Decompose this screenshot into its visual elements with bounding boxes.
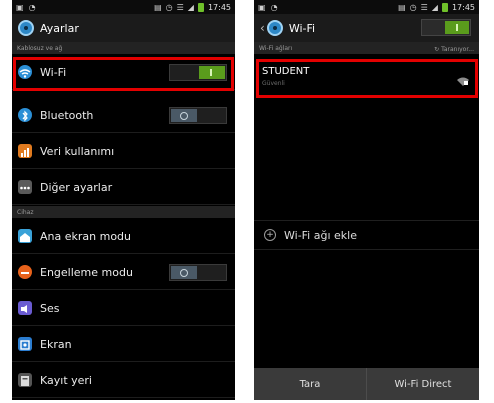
add-network-label: Wi-Fi ağı ekle xyxy=(284,228,357,242)
toggle-off-knob xyxy=(171,109,197,122)
settings-item-label: Veri kullanımı xyxy=(40,144,115,158)
status-bar: ▣ ◔ ▤ ◷ ☰ ◢ 17:45 xyxy=(254,0,479,14)
toggle-on-knob xyxy=(445,21,469,34)
settings-item-more[interactable]: Diğer ayarlar xyxy=(12,170,235,205)
block-icon xyxy=(18,265,32,279)
data-usage-icon xyxy=(18,144,32,158)
settings-item-label: Kayıt yeri xyxy=(40,373,92,387)
wifi-direct-button[interactable]: Wi-Fi Direct xyxy=(366,368,479,400)
signal-icon: ◢ xyxy=(187,2,194,12)
action-bar: ‹ Wi-Fi xyxy=(254,14,479,42)
plus-icon: + xyxy=(264,229,276,241)
settings-gear-icon[interactable] xyxy=(266,20,283,36)
section-header-device: Cihaz xyxy=(12,206,235,218)
settings-item-label: Ekran xyxy=(40,337,72,351)
networks-header-label: Wi-Fi ağları xyxy=(259,45,293,52)
settings-item-label: Ana ekran modu xyxy=(40,229,132,243)
back-chevron-icon[interactable]: ‹ xyxy=(260,21,265,35)
blocking-mode-toggle[interactable] xyxy=(169,264,227,281)
whatsapp-notification-icon: ◔ xyxy=(28,2,36,12)
page-title: Wi-Fi xyxy=(288,21,316,35)
settings-item-label: Engelleme modu xyxy=(40,265,133,279)
page-title: Ayarlar xyxy=(40,21,79,35)
speaker-icon xyxy=(18,301,32,315)
settings-gear-icon xyxy=(18,20,34,36)
settings-item-label: Ses xyxy=(40,301,60,315)
wifi-status-icon: ☰ xyxy=(420,2,428,12)
wifi-highlight-box xyxy=(13,57,234,91)
settings-item-blocking-mode[interactable]: Engelleme modu xyxy=(12,255,235,290)
student-highlight-box xyxy=(256,59,478,98)
add-network-button[interactable]: + Wi-Fi ağı ekle xyxy=(254,220,479,250)
wifi-status-icon: ☰ xyxy=(176,2,184,12)
more-icon xyxy=(18,180,32,194)
nfc-icon: ▤ xyxy=(154,2,162,12)
settings-item-label: Diğer ayarlar xyxy=(40,180,113,194)
settings-item-sound[interactable]: Ses xyxy=(12,291,235,326)
settings-item-data-usage[interactable]: Veri kullanımı xyxy=(12,134,235,169)
bluetooth-icon xyxy=(18,108,32,122)
scanning-label: Taranıyor... xyxy=(441,46,474,53)
status-time: 17:45 xyxy=(207,2,231,12)
home-icon xyxy=(18,229,32,243)
storage-icon xyxy=(18,373,32,387)
alarm-icon: ◷ xyxy=(409,2,417,12)
settings-item-bluetooth[interactable]: Bluetooth xyxy=(12,98,235,133)
scan-button[interactable]: Tara xyxy=(254,368,366,400)
display-icon xyxy=(18,337,32,351)
status-time: 17:45 xyxy=(451,2,475,12)
section-header-networks: Wi-Fi ağları ↻ Taranıyor... xyxy=(254,42,479,54)
refresh-icon: ↻ xyxy=(434,46,440,53)
battery-icon xyxy=(197,2,204,12)
status-bar: ▣ ◔ ▤ ◷ ☰ ◢ 17:45 xyxy=(12,0,235,14)
scanning-indicator: ↻ Taranıyor... xyxy=(434,45,474,54)
alarm-icon: ◷ xyxy=(165,2,173,12)
section-header-wireless: Kablosuz ve ağ xyxy=(12,42,235,54)
settings-item-home-mode[interactable]: Ana ekran modu xyxy=(12,219,235,254)
settings-screen: ▣ ◔ ▤ ◷ ☰ ◢ 17:45 Ayarlar Kablosuz ve ağ… xyxy=(12,0,235,400)
settings-item-label: Bluetooth xyxy=(40,108,94,122)
toggle-off-knob xyxy=(171,266,197,279)
action-bar: Ayarlar xyxy=(12,14,235,42)
bottom-action-bar: Tara Wi-Fi Direct xyxy=(254,368,479,400)
bluetooth-toggle[interactable] xyxy=(169,107,227,124)
whatsapp-notification-icon: ◔ xyxy=(270,2,278,12)
image-notification-icon: ▣ xyxy=(258,2,266,12)
battery-icon xyxy=(441,2,448,12)
wifi-screen: ▣ ◔ ▤ ◷ ☰ ◢ 17:45 ‹ Wi-Fi Wi-Fi ağları ↻… xyxy=(254,0,479,400)
image-notification-icon: ▣ xyxy=(16,2,24,12)
wifi-master-toggle[interactable] xyxy=(421,19,471,36)
signal-icon: ◢ xyxy=(431,2,438,12)
settings-item-display[interactable]: Ekran xyxy=(12,327,235,362)
settings-item-storage[interactable]: Kayıt yeri xyxy=(12,363,235,398)
nfc-icon: ▤ xyxy=(398,2,406,12)
